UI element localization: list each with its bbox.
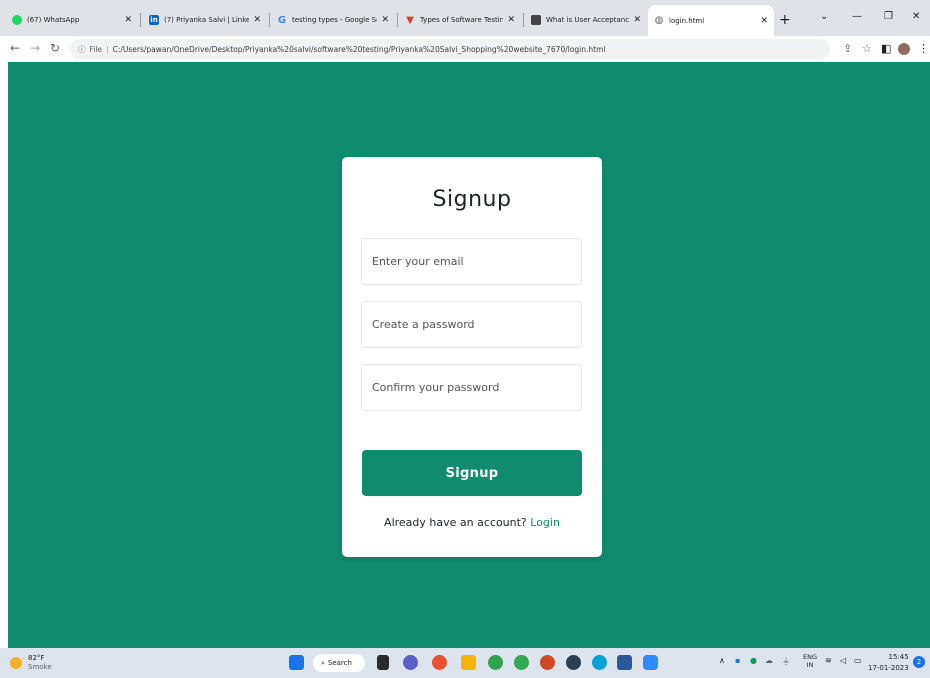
clock-time: 15:45 (888, 653, 909, 661)
close-tab-icon[interactable]: ✕ (633, 15, 641, 25)
eclipse-icon[interactable] (566, 655, 581, 670)
tab-search-icon[interactable]: ⌄ (820, 11, 828, 22)
battery-icon[interactable]: ▭ (854, 656, 862, 665)
new-tab-button[interactable]: + (779, 12, 791, 28)
weather-temp: 82°F (28, 654, 45, 662)
browser-icon[interactable] (592, 655, 607, 670)
back-icon[interactable]: ← (10, 41, 20, 55)
minimize-icon[interactable]: — (852, 11, 862, 22)
close-tab-icon[interactable]: ✕ (381, 15, 389, 25)
browser-tab-strip: (67) WhatsApp ✕ in (7) Priyanka Salvi | … (0, 0, 930, 36)
globe-icon: ◍ (654, 15, 664, 26)
search-icon: ⌕ (321, 658, 325, 667)
signup-title: Signup (432, 187, 512, 212)
menu-kebab-icon[interactable]: ⋮ (918, 42, 929, 55)
tab-title: testing types - Google Sear (292, 16, 377, 24)
tab-title: login.html (669, 16, 705, 25)
notification-badge[interactable]: 2 (913, 656, 925, 668)
tab-title: (7) Priyanka Salvi | LinkedIn (164, 16, 250, 24)
tab-whatsapp[interactable]: (67) WhatsApp ✕ (6, 7, 138, 33)
restore-icon[interactable]: ❐ (884, 11, 893, 22)
profile-avatar[interactable] (898, 43, 910, 55)
zoom-icon[interactable] (643, 655, 658, 670)
weather-sun-icon (10, 657, 22, 669)
tab-divider (140, 13, 141, 27)
firefox-icon[interactable] (432, 655, 447, 670)
powerpoint-icon[interactable] (540, 655, 555, 670)
tab-divider (269, 13, 270, 27)
email-input[interactable] (362, 239, 581, 284)
address-url: C:/Users/pawan/OneDrive/Desktop/Priyanka… (112, 44, 606, 54)
system-clock[interactable]: 15:45 17-01-2023 (868, 652, 909, 674)
taskbar: 82°F Smoke ⌕ Search ∧ ▪ ● ☁ ⏚ ENG IN ≋ ◁… (0, 648, 930, 678)
tab-login-html[interactable]: ◍ login.html ✕ (648, 5, 774, 36)
clock-date: 17-01-2023 (868, 664, 909, 672)
confirm-password-input[interactable] (362, 365, 581, 410)
close-tab-icon[interactable]: ✕ (760, 16, 768, 26)
email-field[interactable] (361, 238, 582, 285)
file-explorer-icon[interactable] (461, 655, 476, 670)
address-scheme-label: File (89, 44, 103, 54)
tray-cloud-icon[interactable]: ☁ (765, 656, 773, 665)
password-input[interactable] (362, 302, 581, 347)
tab-title: Types of Software Testing - (420, 16, 504, 24)
tab-linkedin[interactable]: in (7) Priyanka Salvi | LinkedIn ✕ (143, 7, 267, 33)
wifi-icon[interactable]: ≋ (825, 656, 832, 665)
login-prompt: Already have an account? Login (342, 516, 602, 529)
search-label: Search (327, 659, 352, 667)
password-field[interactable] (361, 301, 582, 348)
close-window-icon[interactable]: ✕ (912, 11, 920, 22)
tab-divider (523, 13, 524, 27)
tab-software-testing[interactable]: ▼ Types of Software Testing - ✕ (399, 7, 521, 33)
close-tab-icon[interactable]: ✕ (124, 15, 132, 25)
close-tab-icon[interactable]: ✕ (507, 15, 515, 25)
tray-app-icon[interactable]: ▪ (735, 656, 740, 665)
tray-usb-icon[interactable]: ⏚ (782, 656, 790, 667)
tab-divider (397, 13, 398, 27)
whatsapp-icon (12, 15, 22, 25)
article-site-icon (531, 15, 541, 25)
word-icon[interactable] (617, 655, 632, 670)
signup-card: Signup Signup Already have an account? L… (342, 157, 602, 557)
chat-icon[interactable] (403, 655, 418, 670)
language-indicator[interactable]: ENG IN (803, 653, 817, 669)
show-hidden-icons-icon[interactable]: ∧ (719, 656, 725, 665)
login-link[interactable]: Login (530, 516, 560, 529)
side-panel-icon[interactable]: ◧ (881, 42, 891, 55)
browser-toolbar: ← → ↻ ⓘ File | C:/Users/pawan/OneDrive/D… (0, 36, 930, 62)
task-view-icon[interactable] (377, 655, 389, 670)
taskbar-search[interactable]: ⌕ Search (313, 654, 365, 672)
language-code: ENG (803, 653, 818, 661)
google-icon: G (277, 14, 287, 26)
confirm-password-field[interactable] (361, 364, 582, 411)
signup-button[interactable]: Signup (362, 450, 582, 496)
tab-google-search[interactable]: G testing types - Google Sear ✕ (271, 7, 395, 33)
address-divider: | (106, 44, 109, 54)
language-region: IN (806, 661, 814, 669)
reload-icon[interactable]: ↻ (50, 41, 60, 55)
weather-desc: Smoke (28, 663, 52, 671)
tab-user-acceptance[interactable]: What is User Acceptance Te ✕ (525, 7, 647, 33)
testing-site-icon: ▼ (406, 14, 414, 26)
login-prompt-text: Already have an account? (384, 516, 527, 529)
chrome-icon[interactable] (514, 655, 529, 670)
tab-title: What is User Acceptance Te (546, 16, 630, 24)
info-icon[interactable]: ⓘ (78, 44, 86, 55)
close-tab-icon[interactable]: ✕ (253, 15, 261, 25)
page-background: Signup Signup Already have an account? L… (8, 62, 930, 648)
bookmark-star-icon[interactable]: ☆ (862, 42, 872, 55)
tray-sync-icon[interactable]: ● (750, 656, 757, 665)
share-icon[interactable]: ⇪ (843, 42, 852, 55)
forward-icon[interactable]: → (30, 41, 40, 55)
tab-title: (67) WhatsApp (27, 16, 80, 24)
linkedin-icon: in (149, 15, 159, 25)
weather-widget[interactable]: 82°F Smoke (10, 654, 52, 672)
volume-icon[interactable]: ◁ (840, 656, 846, 665)
address-bar[interactable]: ⓘ File | C:/Users/pawan/OneDrive/Desktop… (70, 39, 830, 59)
edge-icon[interactable] (488, 655, 503, 670)
windows-start-icon[interactable] (289, 655, 304, 670)
